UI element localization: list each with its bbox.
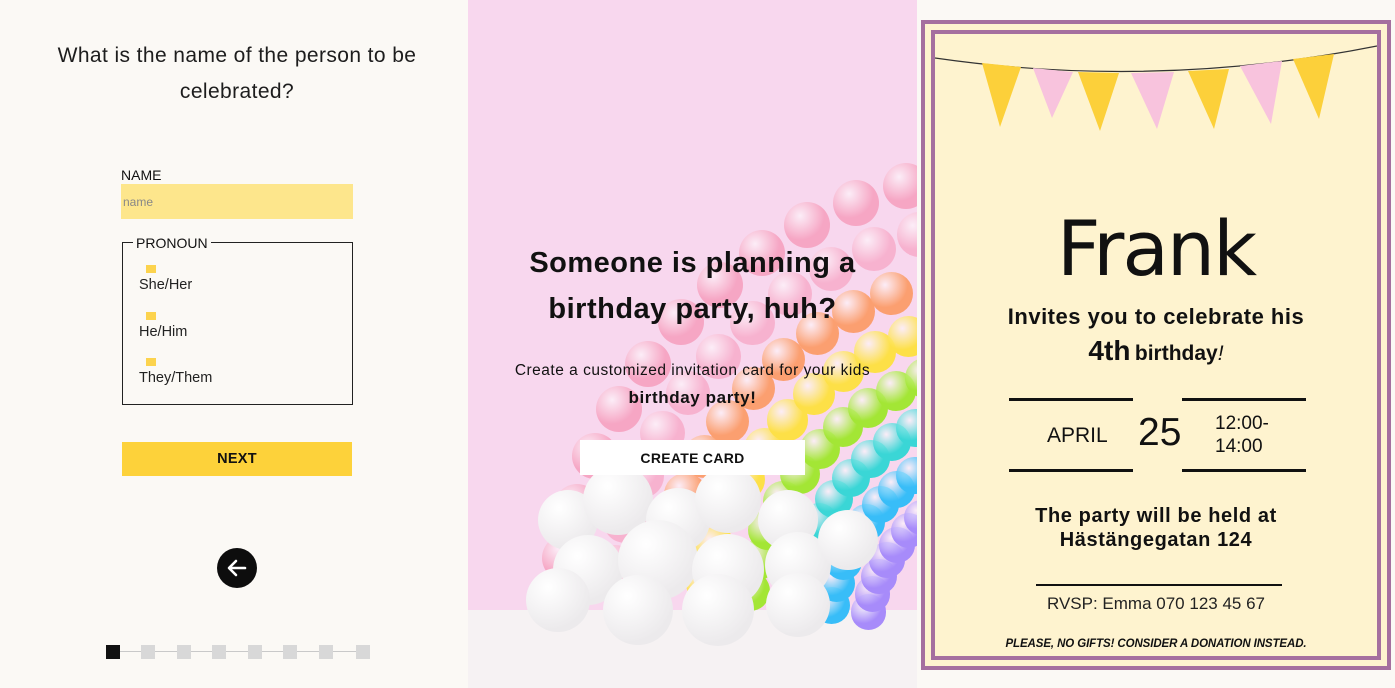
progress-step [141, 645, 155, 659]
name-input[interactable] [121, 184, 353, 219]
landing-subtitle: Create a customized invitation card for … [488, 357, 897, 412]
card-day: 25 [1138, 411, 1182, 454]
pronoun-fieldset: PRONOUN She/Her He/Him They/Them [122, 235, 353, 405]
progress-steps [106, 645, 371, 659]
progress-step [248, 645, 262, 659]
create-card-button[interactable]: CREATE CARD [580, 440, 805, 475]
landing-subtitle-bold: birthday party! [628, 388, 757, 407]
pronoun-option-label: He/Him [139, 324, 188, 340]
form-question: What is the name of the person to be cel… [57, 44, 417, 103]
name-label: NAME [121, 167, 162, 183]
radio-box[interactable] [146, 312, 156, 320]
pronoun-option-they-them[interactable]: They/Them [139, 358, 259, 386]
card-rsvp: RVSP: Emma 070 123 45 67 [1047, 594, 1265, 613]
invitation-card: Frank Invites you to celebrate his 4th b… [921, 20, 1391, 670]
card-exclamation: ! [1217, 342, 1224, 365]
bunting-flag [1188, 69, 1229, 129]
card-time-start: 12:00- [1215, 413, 1269, 434]
card-age: 4th [1088, 335, 1131, 366]
bunting-decoration [935, 45, 1377, 131]
card-birthday-word: birthday [1134, 342, 1218, 365]
back-button[interactable] [217, 548, 257, 588]
card-place: The party will be held at Hästängegatan … [935, 504, 1377, 552]
bunting-flag [982, 63, 1021, 127]
card-note: PLEASE, NO GIFTS! CONSIDER A DONATION IN… [1005, 638, 1307, 650]
arrow-left-icon [227, 559, 247, 577]
pronoun-legend: PRONOUN [133, 235, 211, 251]
progress-step [177, 645, 191, 659]
divider-line [1009, 398, 1133, 401]
divider-line [1009, 469, 1133, 472]
bunting-flag [1240, 61, 1282, 124]
progress-step [319, 645, 333, 659]
bunting-flag [1131, 72, 1174, 129]
card-place-line1: The party will be held at [1035, 505, 1277, 527]
divider-line [1036, 584, 1282, 586]
pronoun-option-label: She/Her [139, 277, 193, 293]
pronoun-option-he-him[interactable]: He/Him [139, 312, 259, 340]
card-celebrant-name: Frank [1056, 204, 1257, 293]
radio-box[interactable] [146, 358, 156, 366]
progress-step [106, 645, 120, 659]
next-button[interactable]: NEXT [122, 442, 352, 476]
progress-step [212, 645, 226, 659]
card-preview-panel: Frank Invites you to celebrate his 4th b… [917, 0, 1395, 688]
card-invite-line: Invites you to celebrate his [1007, 304, 1305, 329]
radio-box[interactable] [146, 265, 156, 273]
landing-panel: Someone is planning a birthday party, hu… [468, 0, 917, 688]
progress-step [356, 645, 370, 659]
bunting-flag [1293, 54, 1334, 119]
landing-subtitle-text: Create a customized invitation card for … [514, 362, 871, 379]
card-time: 12:00- 14:00 [1215, 412, 1285, 458]
bunting-flag [1033, 68, 1073, 118]
progress-step [283, 645, 297, 659]
divider-line [1182, 398, 1306, 401]
pronoun-option-she-her[interactable]: She/Her [139, 265, 259, 293]
landing-headline: Someone is planning a birthday party, hu… [529, 247, 856, 325]
card-month: APRIL [1047, 424, 1108, 447]
invitation-card-inner: Frank Invites you to celebrate his 4th b… [931, 30, 1381, 660]
divider-line [1182, 469, 1306, 472]
card-time-end: 14:00 [1215, 436, 1263, 457]
pronoun-option-label: They/Them [139, 370, 213, 386]
name-form-panel: What is the name of the person to be cel… [0, 0, 468, 688]
card-place-address: Hästängegatan 124 [1059, 529, 1253, 551]
bunting-flag [1078, 72, 1119, 131]
card-age-line: 4th birthday! [935, 335, 1377, 367]
